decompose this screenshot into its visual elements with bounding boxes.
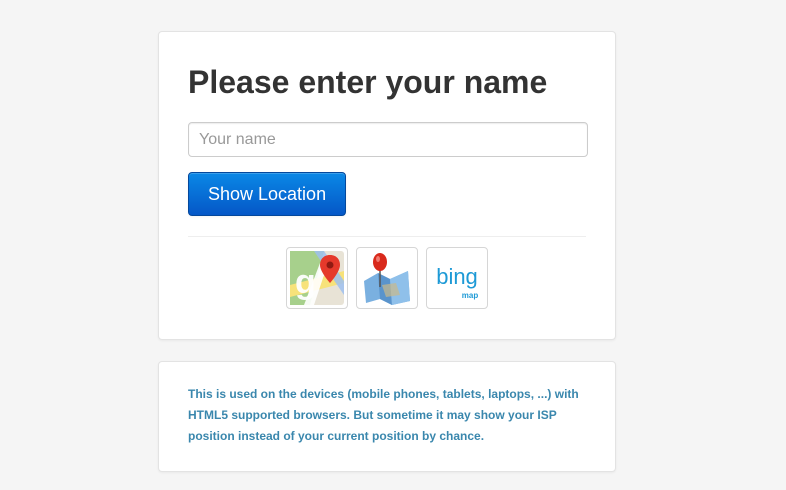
info-note-text: This is used on the devices (mobile phon…: [188, 387, 579, 443]
svg-text:bing: bing: [436, 264, 478, 289]
name-input[interactable]: [188, 122, 588, 157]
google-maps-icon: g: [290, 251, 344, 305]
svg-text:g: g: [295, 263, 316, 301]
map-provider-list: g bing map: [159, 247, 615, 309]
show-location-button[interactable]: Show Location: [188, 172, 347, 216]
map-pin-button[interactable]: [356, 247, 418, 309]
info-note-card: This is used on the devices (mobile phon…: [158, 361, 616, 472]
divider: [188, 236, 586, 237]
page-title: Please enter your name: [188, 64, 548, 100]
map-pin-icon: [360, 251, 414, 305]
bing-map-button[interactable]: bing map: [426, 247, 488, 309]
name-form-card: Please enter your name Show Location g: [158, 31, 616, 340]
svg-text:map: map: [462, 291, 479, 300]
google-maps-button[interactable]: g: [286, 247, 348, 309]
bing-map-icon: bing map: [430, 251, 484, 305]
